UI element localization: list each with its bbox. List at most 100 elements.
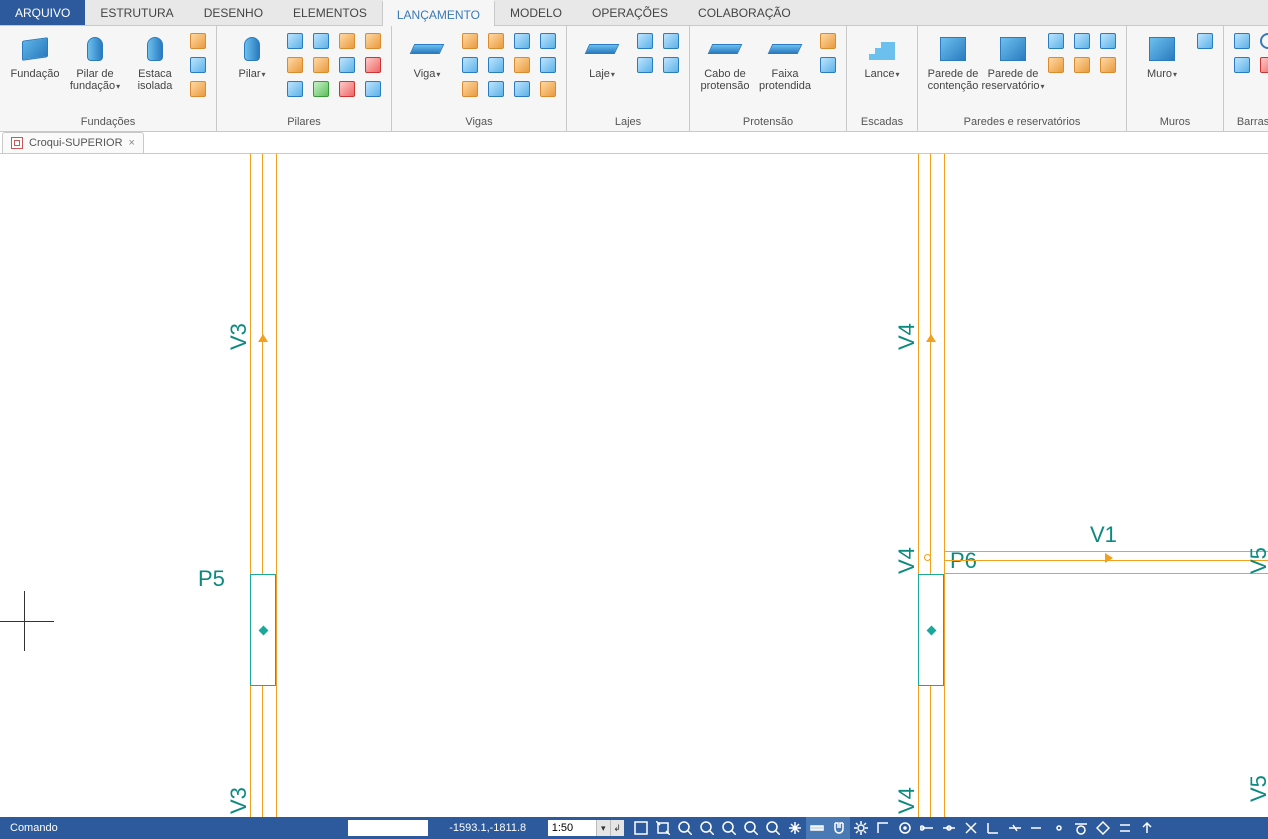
ribbon-tool-1-1-0-icon[interactable]: [310, 30, 332, 52]
ribbon-tool-6-2-1-icon[interactable]: [1097, 54, 1119, 76]
pilar-button[interactable]: Pilar: [224, 30, 280, 80]
ribbon-tool-2-1-0-icon[interactable]: [485, 30, 507, 52]
snap-tan-icon[interactable]: [1070, 817, 1092, 839]
ribbon-tool-3-1-1-icon[interactable]: [660, 54, 682, 76]
laje-button[interactable]: Laje: [574, 30, 630, 80]
zoom-obj-icon[interactable]: [740, 817, 762, 839]
estaca-button[interactable]: Estacaisolada: [127, 30, 183, 92]
ribbon-tool-2-2-0-icon[interactable]: [511, 30, 533, 52]
tab-arquivo[interactable]: ARQUIVO: [0, 0, 85, 25]
scale-dropdown-icon[interactable]: ▾: [596, 820, 610, 836]
ribbon-tool-1-1-1-icon[interactable]: [310, 54, 332, 76]
snap-end-icon[interactable]: [916, 817, 938, 839]
ruler-icon[interactable]: [806, 817, 828, 839]
drawing-canvas[interactable]: P5 V3 V3 V4 V4 V4 P6 V1 V5 V5: [0, 154, 1268, 817]
tab-lancamento[interactable]: LANÇAMENTO: [382, 0, 495, 26]
zoom-prev-icon[interactable]: [696, 817, 718, 839]
ribbon-tool-2-0-0-icon[interactable]: [459, 30, 481, 52]
ribbon-tool-2-1-2-icon[interactable]: [485, 78, 507, 100]
viga-button[interactable]: Viga: [399, 30, 455, 80]
ortho-icon[interactable]: [872, 817, 894, 839]
scale-selector[interactable]: ▾ ↲: [548, 820, 624, 836]
tab-colaboracao[interactable]: COLABORAÇÃO: [683, 0, 806, 25]
pilar-fundacao-button[interactable]: Pilar defundação: [67, 30, 123, 92]
snap-perp-icon[interactable]: [982, 817, 1004, 839]
ribbon-tool-2-0-2-icon[interactable]: [459, 78, 481, 100]
snap-quad-icon[interactable]: [1092, 817, 1114, 839]
lance-button[interactable]: Lance: [854, 30, 910, 80]
ribbon-tool-1-2-1-icon[interactable]: [336, 54, 358, 76]
ribbon-tool-2-2-2-icon[interactable]: [511, 78, 533, 100]
ribbon-tool-1-3-2-icon[interactable]: [362, 78, 384, 100]
fundacao-button[interactable]: Fundação: [7, 30, 63, 80]
snap-mid-icon[interactable]: [938, 817, 960, 839]
ribbon-tool-6-1-1-icon[interactable]: [1071, 54, 1093, 76]
ribbon-tool-1-3-1-icon[interactable]: [362, 54, 384, 76]
zoom-in-icon[interactable]: [674, 817, 696, 839]
faixa-button[interactable]: Faixaprotendida: [757, 30, 813, 92]
cabo-label: Cabo deprotensão: [701, 68, 750, 92]
tab-estrutura[interactable]: ESTRUTURA: [85, 0, 188, 25]
ribbon-tool-6-1-0-icon[interactable]: [1071, 30, 1093, 52]
ribbon-tool-1-2-2-icon[interactable]: [336, 78, 358, 100]
cabo-button[interactable]: Cabo deprotensão: [697, 30, 753, 92]
tab-desenho[interactable]: DESENHO: [189, 0, 278, 25]
zoom-window-icon[interactable]: [652, 817, 674, 839]
ribbon-tool-4-0-0-icon[interactable]: [817, 30, 839, 52]
ribbon-tool-7-0-0-icon[interactable]: [1194, 30, 1216, 52]
ribbon-tool-2-3-2-icon[interactable]: [537, 78, 559, 100]
ribbon-tool-4-0-1-icon[interactable]: [817, 54, 839, 76]
ribbon-tool-2-3-0-icon[interactable]: [537, 30, 559, 52]
ribbon-tool-3-0-1-icon[interactable]: [634, 54, 656, 76]
ribbon-tool-2-0-1-icon[interactable]: [459, 54, 481, 76]
ribbon-tool-8-0-1-icon[interactable]: [1231, 54, 1253, 76]
ribbon-tool-8-1-0-icon[interactable]: [1257, 30, 1268, 52]
target-icon[interactable]: [894, 817, 916, 839]
ribbon-tool-3-1-0-icon[interactable]: [660, 30, 682, 52]
settings-gear-icon[interactable]: [850, 817, 872, 839]
ribbon-tool-6-0-1-icon[interactable]: [1045, 54, 1067, 76]
snap-magnet-icon[interactable]: [828, 817, 850, 839]
snap-near-icon[interactable]: [1004, 817, 1026, 839]
scale-input[interactable]: [548, 820, 596, 836]
zoom-extents-icon[interactable]: [630, 817, 652, 839]
scale-apply-icon[interactable]: ↲: [610, 820, 624, 836]
label-v5-top: V5: [1246, 547, 1268, 574]
zoom-center-icon[interactable]: [762, 817, 784, 839]
ribbon-tool-6-2-0-icon[interactable]: [1097, 30, 1119, 52]
ribbon-tool-1-0-2-icon[interactable]: [284, 78, 306, 100]
ribbon-tool-1-3-0-icon[interactable]: [362, 30, 384, 52]
snap-node-icon[interactable]: [1048, 817, 1070, 839]
snap-par-icon[interactable]: [1114, 817, 1136, 839]
ribbon-tool-8-1-1-icon[interactable]: [1257, 54, 1268, 76]
pillar-p6[interactable]: [918, 574, 944, 686]
ribbon-tool-0-0-1-icon[interactable]: [187, 54, 209, 76]
pillar-p5[interactable]: [250, 574, 276, 686]
tab-modelo[interactable]: MODELO: [495, 0, 577, 25]
parede-cont-button[interactable]: Parede decontenção: [925, 30, 981, 92]
parede-resv-button[interactable]: Parede dereservatório: [985, 30, 1041, 92]
ribbon-tool-3-0-0-icon[interactable]: [634, 30, 656, 52]
ribbon-tool-2-2-1-icon[interactable]: [511, 54, 533, 76]
snap-int-icon[interactable]: [960, 817, 982, 839]
ribbon-tool-6-0-0-icon[interactable]: [1045, 30, 1067, 52]
ribbon-tool-1-1-2-icon[interactable]: [310, 78, 332, 100]
snap-ins-icon[interactable]: [1136, 817, 1158, 839]
ribbon-tool-2-3-1-icon[interactable]: [537, 54, 559, 76]
ribbon-tool-8-0-0-icon[interactable]: [1231, 30, 1253, 52]
document-tab[interactable]: Croqui-SUPERIOR ×: [2, 132, 144, 153]
ribbon-tool-1-0-1-icon[interactable]: [284, 54, 306, 76]
ribbon-tool-2-1-1-icon[interactable]: [485, 54, 507, 76]
ribbon-tool-0-0-0-icon[interactable]: [187, 30, 209, 52]
tab-operacoes[interactable]: OPERAÇÕES: [577, 0, 683, 25]
command-input[interactable]: [348, 820, 428, 836]
tab-elementos[interactable]: ELEMENTOS: [278, 0, 382, 25]
ribbon-tool-1-2-0-icon[interactable]: [336, 30, 358, 52]
zoom-realtime-icon[interactable]: [718, 817, 740, 839]
muro-button[interactable]: Muro: [1134, 30, 1190, 80]
ribbon-tool-0-0-2-icon[interactable]: [187, 78, 209, 100]
pan-icon[interactable]: [784, 817, 806, 839]
snap-ext-icon[interactable]: [1026, 817, 1048, 839]
close-icon[interactable]: ×: [129, 137, 135, 149]
ribbon-tool-1-0-0-icon[interactable]: [284, 30, 306, 52]
